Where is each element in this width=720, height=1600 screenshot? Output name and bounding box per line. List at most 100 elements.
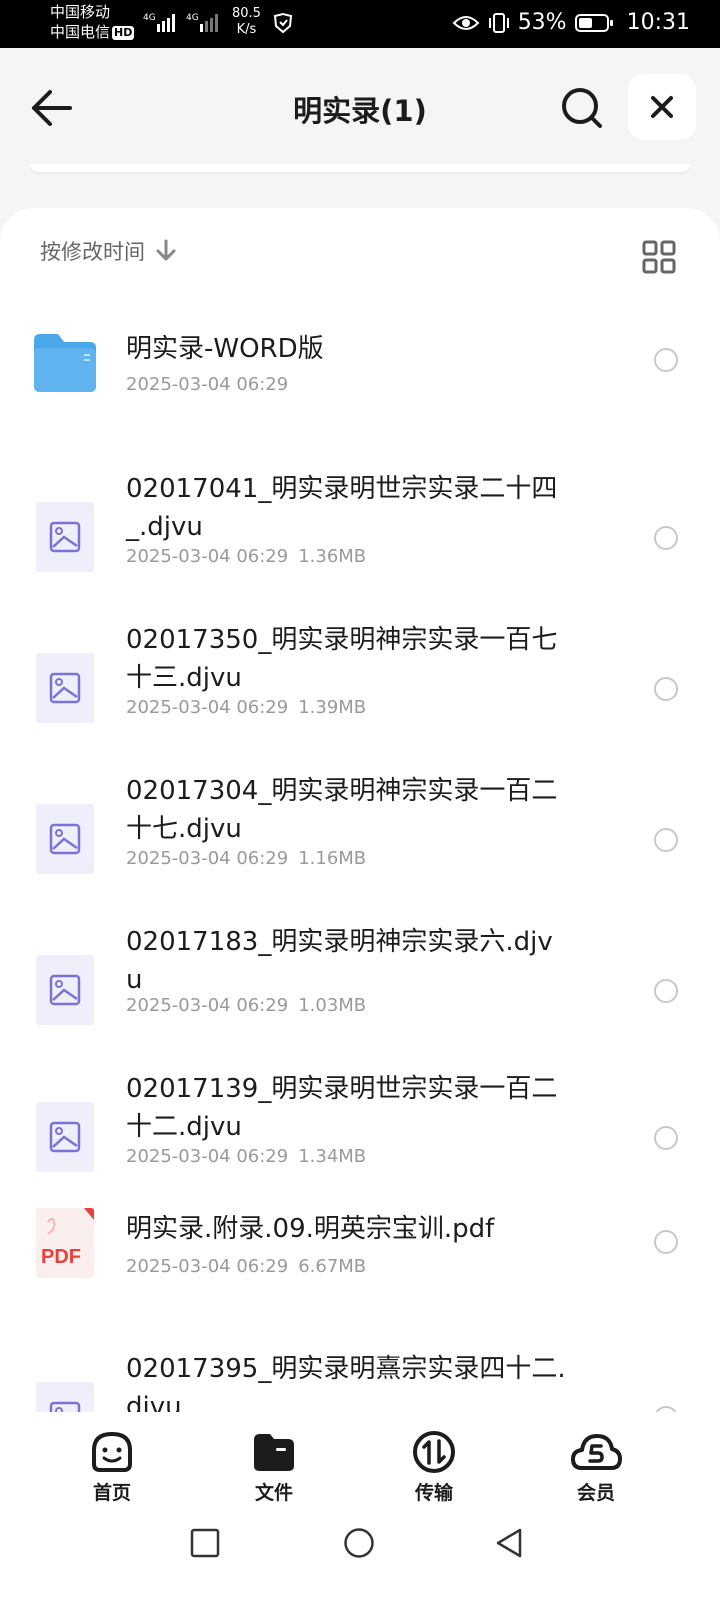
file-row[interactable]: 明实录-WORD版 2025-03-04 06:29 (0, 304, 720, 446)
back-nav-button[interactable] (494, 1527, 526, 1559)
transfer-icon (413, 1431, 455, 1473)
file-row[interactable]: PDF 明实录.附录.09.明英宗宝训.pdf 2025-03-04 06:29 6.… (0, 1186, 720, 1326)
sort-button[interactable]: 按修改时间 (40, 236, 177, 266)
battery-percent: 53% (517, 10, 567, 35)
file-name: 02017395_明实录明熹宗实录四十二.djvu (126, 1354, 566, 1412)
sort-label: 按修改时间 (40, 240, 145, 264)
hd-badge: HD (112, 26, 135, 40)
nav-home[interactable]: 首页 (62, 1430, 162, 1505)
folder-icon (34, 332, 96, 404)
select-radio[interactable] (654, 979, 678, 1003)
file-meta: 2025-03-04 06:29 1.16MB (126, 848, 366, 869)
file-size: 1.16MB (298, 848, 367, 869)
file-name: 02017041_明实录明世宗实录二十四_.djvu (126, 474, 558, 542)
image-file-icon (34, 804, 96, 876)
carrier-info: 中国移动 中国电信 HD (50, 2, 135, 42)
signal-2-icon: 4G (186, 13, 218, 32)
network-1-label: 4G (143, 13, 156, 23)
file-size: 1.39MB (298, 697, 367, 718)
home-face-icon (92, 1431, 132, 1472)
image-file-icon (34, 653, 96, 725)
image-file-icon (34, 1102, 96, 1174)
nav-vip-label: 会员 (576, 1482, 615, 1504)
nav-transfer[interactable]: 传输 (384, 1430, 484, 1505)
file-row[interactable]: 02017041_明实录明世宗实录二十四_.djvu 2025-03-04 06:… (0, 446, 720, 597)
file-row[interactable]: 02017183_明实录明神宗实录六.djvu 2025-03-04 06:29 1… (0, 899, 720, 1046)
select-radio[interactable] (654, 1230, 678, 1254)
file-size: 6.67MB (298, 1256, 367, 1277)
grid-view-button[interactable] (642, 240, 676, 274)
image-file-icon (34, 502, 96, 574)
nav-transfer-label: 传输 (414, 1482, 453, 1504)
file-size: 1.34MB (298, 1146, 367, 1167)
network-speed: 80.5 K/s (232, 6, 261, 38)
bottom-nav: 首页 文件 传输 会员 (0, 1412, 720, 1512)
pdf-badge-text: PDF (41, 1246, 81, 1268)
home-button[interactable] (343, 1527, 375, 1559)
nav-files[interactable]: 文件 (224, 1430, 324, 1505)
file-date: 2025-03-04 06:29 (126, 374, 289, 395)
close-button[interactable] (628, 74, 696, 140)
file-row[interactable]: 02017304_明实录明神宗实录一百二十七.djvu 2025-03-04 06… (0, 748, 720, 899)
file-name: 02017304_明实录明神宗实录一百二十七.djvu (126, 776, 558, 844)
file-size: 1.36MB (298, 546, 367, 567)
file-meta: 2025-03-04 06:29 1.39MB (126, 697, 366, 718)
file-row[interactable]: 02017350_明实录明神宗实录一百七十三.djvu 2025-03-04 06… (0, 597, 720, 748)
file-meta: 2025-03-04 06:29 (126, 374, 288, 395)
vibrate-icon (488, 12, 509, 33)
file-name: 02017350_明实录明神宗实录一百七十三.djvu (126, 625, 558, 693)
search-icon (562, 88, 602, 128)
header: 明实录(1) (0, 48, 720, 172)
select-radio[interactable] (654, 526, 678, 550)
file-size: 1.03MB (298, 995, 367, 1016)
recent-apps-button[interactable] (190, 1528, 220, 1558)
file-date: 2025-03-04 06:29 (126, 546, 289, 567)
file-meta: 2025-03-04 06:29 1.34MB (126, 1146, 366, 1167)
file-meta: 2025-03-04 06:29 1.03MB (126, 995, 366, 1016)
sort-down-arrow-icon (156, 239, 176, 261)
file-panel: 按修改时间 明实录-WORD版 2025-03-04 06:29 02017041_… (0, 208, 720, 1412)
nfc-shield-icon (273, 12, 293, 34)
battery-icon (574, 13, 613, 32)
file-row[interactable]: 02017139_明实录明世宗实录一百二十二.djvu 2025-03-04 06… (0, 1046, 720, 1186)
select-radio[interactable] (654, 677, 678, 701)
pdf-file-icon: PDF (34, 1208, 96, 1280)
signal-1-icon: 4G (143, 13, 175, 32)
network-2-label: 4G (186, 13, 199, 23)
file-date: 2025-03-04 06:29 (126, 1256, 289, 1277)
speed-unit: K/s (236, 22, 257, 37)
nav-files-label: 文件 (254, 1482, 293, 1504)
select-radio[interactable] (654, 1126, 678, 1150)
eye-comfort-icon (452, 15, 480, 30)
file-name: 02017183_明实录明神宗实录六.djvu (126, 927, 553, 995)
file-meta: 2025-03-04 06:29 6.67MB (126, 1256, 366, 1277)
vip-cloud-icon (571, 1434, 622, 1470)
close-icon (651, 96, 673, 118)
file-date: 2025-03-04 06:29 (126, 848, 289, 869)
carrier-1: 中国移动 (50, 3, 111, 21)
file-list: 明实录-WORD版 2025-03-04 06:29 02017041_明实录明世宗… (0, 304, 720, 1412)
file-date: 2025-03-04 06:29 (126, 1146, 289, 1167)
status-bar: 中国移动 中国电信 HD 4G 4G 80.5 K/s 53% 10:31 (0, 0, 720, 48)
search-bar-edge (30, 164, 690, 172)
search-button[interactable] (560, 86, 604, 130)
file-name: 明实录.附录.09.明英宗宝训.pdf (126, 1214, 495, 1244)
battery-fill (578, 17, 593, 28)
system-nav-bar (0, 1512, 720, 1600)
nav-vip[interactable]: 会员 (546, 1430, 646, 1505)
file-meta: 2025-03-04 06:29 1.36MB (126, 546, 366, 567)
file-row[interactable]: 02017395_明实录明熹宗实录四十二.djvu (0, 1326, 720, 1412)
grid-icon (642, 240, 676, 274)
speed-value: 80.5 (232, 6, 261, 21)
select-radio[interactable] (654, 828, 678, 852)
nav-home-label: 首页 (92, 1482, 131, 1504)
image-file-icon (34, 1382, 96, 1412)
file-name: 02017139_明实录明世宗实录一百二十二.djvu (126, 1074, 558, 1142)
clock: 10:31 (626, 10, 690, 35)
carrier-2: 中国电信 (50, 23, 111, 41)
select-radio[interactable] (654, 348, 678, 372)
status-right: 53% 10:31 (452, 10, 690, 35)
file-date: 2025-03-04 06:29 (126, 697, 289, 718)
files-folder-icon (254, 1434, 294, 1471)
page-title: 明实录(1) (293, 94, 427, 128)
